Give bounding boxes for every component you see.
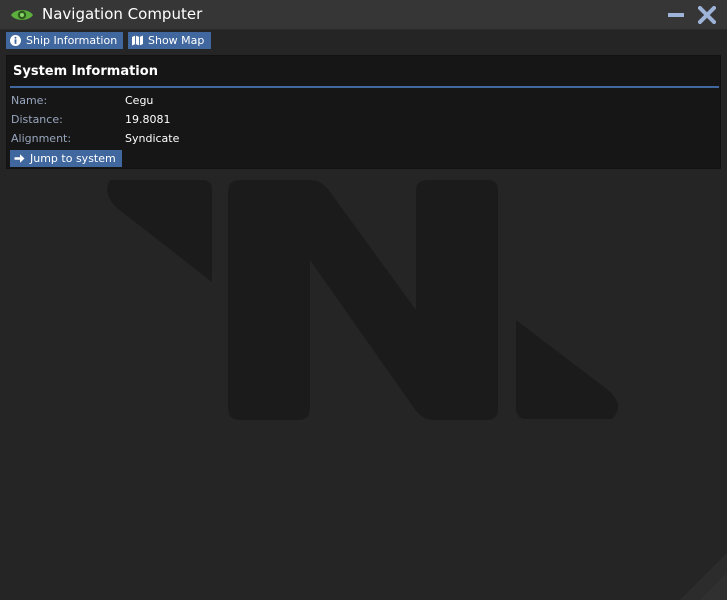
arrow-right-icon [14, 154, 25, 163]
jump-to-system-label: Jump to system [30, 152, 116, 165]
toolbar: Ship Information Show Map [0, 30, 727, 52]
eye-icon [11, 10, 33, 20]
name-value: Cegu [125, 94, 154, 107]
ship-information-label: Ship Information [26, 34, 118, 47]
distance-label: Distance: [11, 113, 63, 126]
show-map-button[interactable]: Show Map [128, 32, 211, 49]
show-map-label: Show Map [148, 34, 205, 47]
jump-to-system-button[interactable]: Jump to system [10, 150, 122, 167]
system-information-section: System Information Name: Cegu Distance: … [6, 55, 721, 169]
alignment-value: Syndicate [125, 132, 180, 145]
minimize-icon[interactable] [667, 6, 685, 24]
section-divider [10, 86, 719, 88]
title-bar: Navigation Computer [0, 0, 727, 30]
window-title: Navigation Computer [42, 5, 203, 23]
distance-value: 19.8081 [125, 113, 171, 126]
map-icon [132, 35, 143, 46]
info-circle-icon [10, 35, 21, 46]
alignment-label: Alignment: [11, 132, 72, 145]
ship-information-button[interactable]: Ship Information [6, 32, 123, 49]
name-label: Name: [11, 94, 48, 107]
nanotrasen-logo [107, 180, 619, 420]
section-title: System Information [13, 64, 158, 79]
close-icon[interactable] [698, 6, 716, 24]
